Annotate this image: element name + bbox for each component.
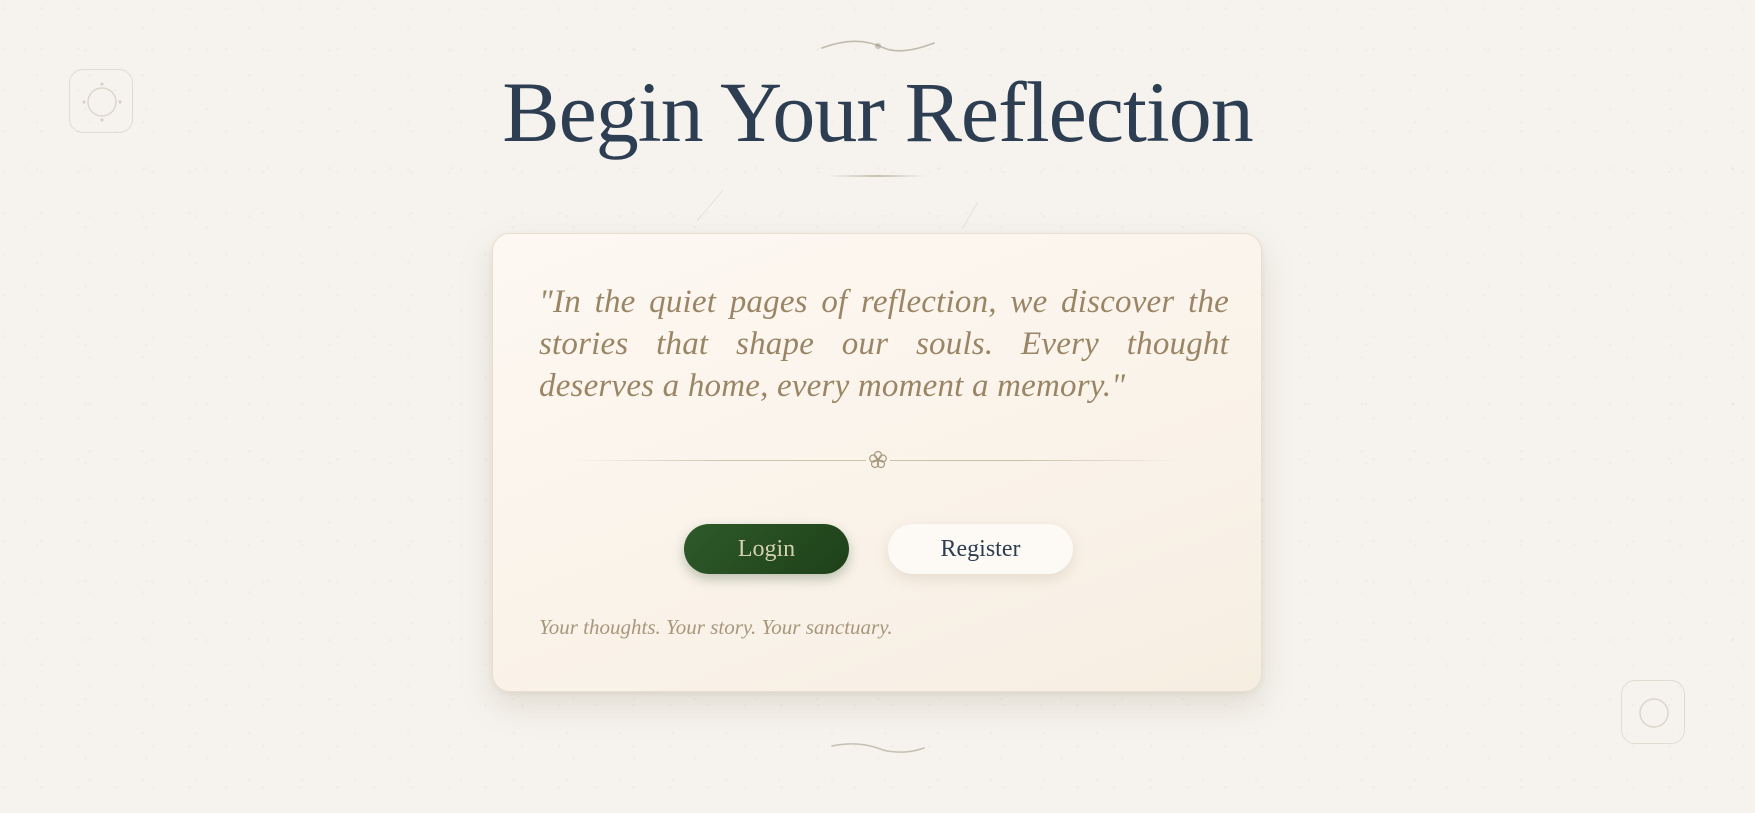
background-stroke bbox=[962, 202, 978, 229]
background-stroke bbox=[696, 189, 724, 222]
circle-ornament-icon bbox=[1621, 680, 1685, 744]
register-button[interactable]: Register bbox=[888, 524, 1073, 574]
flourish-icon bbox=[831, 743, 925, 753]
welcome-card: "In the quiet pages of reflection, we di… bbox=[492, 233, 1262, 692]
title-underline bbox=[827, 175, 927, 177]
login-button[interactable]: Login bbox=[684, 524, 849, 574]
flower-icon bbox=[866, 448, 890, 472]
flourish-icon bbox=[821, 40, 935, 52]
tagline: Your thoughts. Your story. Your sanctuar… bbox=[539, 615, 893, 639]
quote-text: "In the quiet pages of reflection, we di… bbox=[539, 284, 1229, 404]
page-title: Begin Your Reflection bbox=[502, 64, 1254, 160]
